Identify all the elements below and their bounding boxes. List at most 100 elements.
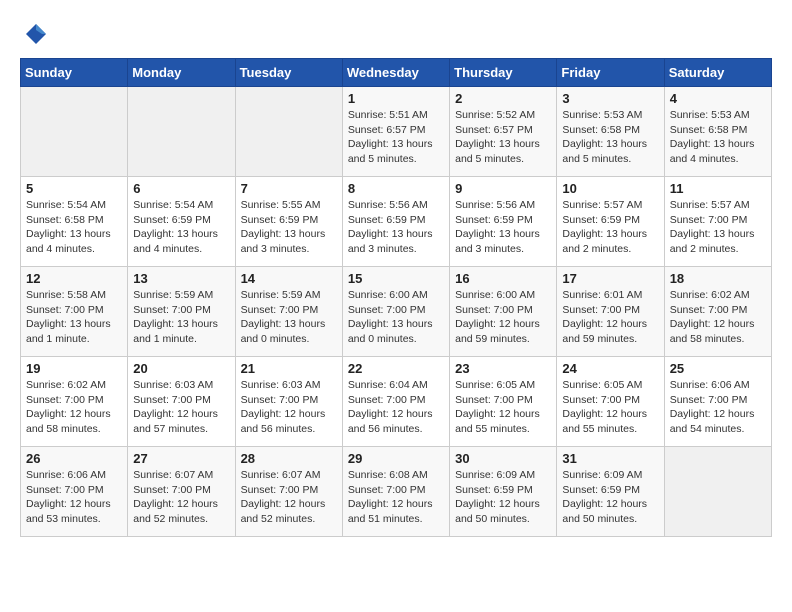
calendar-cell: 3 Sunrise: 5:53 AM Sunset: 6:58 PM Daylig… bbox=[557, 87, 664, 177]
calendar-week-row: 19Sunrise: 6:02 AM Sunset: 7:00 PM Dayli… bbox=[21, 357, 772, 447]
calendar-cell: 16 Sunrise: 6:00 AM Sunset: 7:00 PM Dayli… bbox=[450, 267, 557, 357]
calendar-cell: 23 Sunrise: 6:05 AM Sunset: 7:00 PM Dayli… bbox=[450, 357, 557, 447]
day-info: Sunrise: 6:08 AM Sunset: 7:00 PM Dayligh… bbox=[348, 468, 444, 527]
day-number: 27 bbox=[133, 451, 229, 466]
calendar-cell: 30 Sunrise: 6:09 AM Sunset: 6:59 PM Dayli… bbox=[450, 447, 557, 537]
calendar-cell: 11 Sunrise: 5:57 AM Sunset: 7:00 PM Dayli… bbox=[664, 177, 771, 267]
day-info: Sunrise: 6:09 AM Sunset: 6:59 PM Dayligh… bbox=[562, 468, 658, 527]
calendar-cell: 15 Sunrise: 6:00 AM Sunset: 7:00 PM Dayli… bbox=[342, 267, 449, 357]
header-day-sunday: Sunday bbox=[21, 59, 128, 87]
day-number: 29 bbox=[348, 451, 444, 466]
calendar-week-row: 5 Sunrise: 5:54 AM Sunset: 6:58 PM Daylig… bbox=[21, 177, 772, 267]
day-info: Sunrise: 5:53 AM Sunset: 6:58 PM Dayligh… bbox=[562, 108, 658, 167]
calendar-cell: 28Sunrise: 6:07 AM Sunset: 7:00 PM Dayli… bbox=[235, 447, 342, 537]
day-info: Sunrise: 5:59 AM Sunset: 7:00 PM Dayligh… bbox=[133, 288, 229, 347]
header bbox=[20, 20, 772, 48]
day-number: 15 bbox=[348, 271, 444, 286]
header-day-saturday: Saturday bbox=[664, 59, 771, 87]
day-info: Sunrise: 6:01 AM Sunset: 7:00 PM Dayligh… bbox=[562, 288, 658, 347]
day-info: Sunrise: 6:03 AM Sunset: 7:00 PM Dayligh… bbox=[241, 378, 337, 437]
day-info: Sunrise: 5:54 AM Sunset: 6:59 PM Dayligh… bbox=[133, 198, 229, 257]
day-number: 8 bbox=[348, 181, 444, 196]
day-number: 2 bbox=[455, 91, 551, 106]
calendar-cell: 17 Sunrise: 6:01 AM Sunset: 7:00 PM Dayli… bbox=[557, 267, 664, 357]
day-number: 30 bbox=[455, 451, 551, 466]
day-number: 28 bbox=[241, 451, 337, 466]
day-info: Sunrise: 5:56 AM Sunset: 6:59 PM Dayligh… bbox=[455, 198, 551, 257]
header-day-wednesday: Wednesday bbox=[342, 59, 449, 87]
day-info: Sunrise: 5:52 AM Sunset: 6:57 PM Dayligh… bbox=[455, 108, 551, 167]
day-info: Sunrise: 5:54 AM Sunset: 6:58 PM Dayligh… bbox=[26, 198, 122, 257]
day-info: Sunrise: 5:55 AM Sunset: 6:59 PM Dayligh… bbox=[241, 198, 337, 257]
day-number: 23 bbox=[455, 361, 551, 376]
day-info: Sunrise: 5:56 AM Sunset: 6:59 PM Dayligh… bbox=[348, 198, 444, 257]
day-info: Sunrise: 5:58 AM Sunset: 7:00 PM Dayligh… bbox=[26, 288, 122, 347]
calendar-cell: 19Sunrise: 6:02 AM Sunset: 7:00 PM Dayli… bbox=[21, 357, 128, 447]
day-info: Sunrise: 6:00 AM Sunset: 7:00 PM Dayligh… bbox=[348, 288, 444, 347]
calendar-week-row: 12Sunrise: 5:58 AM Sunset: 7:00 PM Dayli… bbox=[21, 267, 772, 357]
day-number: 22 bbox=[348, 361, 444, 376]
calendar-cell: 31Sunrise: 6:09 AM Sunset: 6:59 PM Dayli… bbox=[557, 447, 664, 537]
day-number: 10 bbox=[562, 181, 658, 196]
logo-icon bbox=[20, 20, 48, 48]
header-day-thursday: Thursday bbox=[450, 59, 557, 87]
day-number: 21 bbox=[241, 361, 337, 376]
day-info: Sunrise: 6:07 AM Sunset: 7:00 PM Dayligh… bbox=[133, 468, 229, 527]
header-day-tuesday: Tuesday bbox=[235, 59, 342, 87]
calendar-header-row: SundayMondayTuesdayWednesdayThursdayFrid… bbox=[21, 59, 772, 87]
calendar-cell: 18 Sunrise: 6:02 AM Sunset: 7:00 PM Dayli… bbox=[664, 267, 771, 357]
day-number: 13 bbox=[133, 271, 229, 286]
day-info: Sunrise: 6:05 AM Sunset: 7:00 PM Dayligh… bbox=[455, 378, 551, 437]
day-info: Sunrise: 5:53 AM Sunset: 6:58 PM Dayligh… bbox=[670, 108, 766, 167]
calendar-cell: 4 Sunrise: 5:53 AM Sunset: 6:58 PM Daylig… bbox=[664, 87, 771, 177]
header-day-monday: Monday bbox=[128, 59, 235, 87]
day-info: Sunrise: 5:57 AM Sunset: 6:59 PM Dayligh… bbox=[562, 198, 658, 257]
day-number: 16 bbox=[455, 271, 551, 286]
day-info: Sunrise: 6:09 AM Sunset: 6:59 PM Dayligh… bbox=[455, 468, 551, 527]
day-number: 20 bbox=[133, 361, 229, 376]
header-day-friday: Friday bbox=[557, 59, 664, 87]
day-number: 7 bbox=[241, 181, 337, 196]
day-info: Sunrise: 6:06 AM Sunset: 7:00 PM Dayligh… bbox=[26, 468, 122, 527]
calendar-cell: 29 Sunrise: 6:08 AM Sunset: 7:00 PM Dayli… bbox=[342, 447, 449, 537]
day-info: Sunrise: 5:59 AM Sunset: 7:00 PM Dayligh… bbox=[241, 288, 337, 347]
calendar-cell: 1 Sunrise: 5:51 AM Sunset: 6:57 PM Daylig… bbox=[342, 87, 449, 177]
calendar-cell: 12Sunrise: 5:58 AM Sunset: 7:00 PM Dayli… bbox=[21, 267, 128, 357]
day-number: 18 bbox=[670, 271, 766, 286]
calendar-week-row: 1 Sunrise: 5:51 AM Sunset: 6:57 PM Daylig… bbox=[21, 87, 772, 177]
calendar-cell: 9Sunrise: 5:56 AM Sunset: 6:59 PM Daylig… bbox=[450, 177, 557, 267]
calendar-cell: 10 Sunrise: 5:57 AM Sunset: 6:59 PM Dayli… bbox=[557, 177, 664, 267]
calendar-cell: 26 Sunrise: 6:06 AM Sunset: 7:00 PM Dayli… bbox=[21, 447, 128, 537]
day-number: 5 bbox=[26, 181, 122, 196]
day-number: 1 bbox=[348, 91, 444, 106]
day-number: 24 bbox=[562, 361, 658, 376]
day-info: Sunrise: 6:00 AM Sunset: 7:00 PM Dayligh… bbox=[455, 288, 551, 347]
day-info: Sunrise: 6:02 AM Sunset: 7:00 PM Dayligh… bbox=[26, 378, 122, 437]
day-info: Sunrise: 5:57 AM Sunset: 7:00 PM Dayligh… bbox=[670, 198, 766, 257]
day-number: 14 bbox=[241, 271, 337, 286]
day-number: 26 bbox=[26, 451, 122, 466]
calendar-cell: 25Sunrise: 6:06 AM Sunset: 7:00 PM Dayli… bbox=[664, 357, 771, 447]
calendar-cell: 2 Sunrise: 5:52 AM Sunset: 6:57 PM Daylig… bbox=[450, 87, 557, 177]
day-info: Sunrise: 6:02 AM Sunset: 7:00 PM Dayligh… bbox=[670, 288, 766, 347]
calendar-cell bbox=[128, 87, 235, 177]
logo bbox=[20, 20, 52, 48]
day-number: 3 bbox=[562, 91, 658, 106]
calendar-cell bbox=[664, 447, 771, 537]
calendar-cell: 21 Sunrise: 6:03 AM Sunset: 7:00 PM Dayli… bbox=[235, 357, 342, 447]
calendar-cell: 14 Sunrise: 5:59 AM Sunset: 7:00 PM Dayli… bbox=[235, 267, 342, 357]
day-info: Sunrise: 5:51 AM Sunset: 6:57 PM Dayligh… bbox=[348, 108, 444, 167]
calendar-cell: 24 Sunrise: 6:05 AM Sunset: 7:00 PM Dayli… bbox=[557, 357, 664, 447]
calendar-table: SundayMondayTuesdayWednesdayThursdayFrid… bbox=[20, 58, 772, 537]
day-number: 4 bbox=[670, 91, 766, 106]
day-number: 25 bbox=[670, 361, 766, 376]
day-number: 11 bbox=[670, 181, 766, 196]
calendar-cell: 6Sunrise: 5:54 AM Sunset: 6:59 PM Daylig… bbox=[128, 177, 235, 267]
day-number: 17 bbox=[562, 271, 658, 286]
day-info: Sunrise: 6:05 AM Sunset: 7:00 PM Dayligh… bbox=[562, 378, 658, 437]
calendar-cell: 22Sunrise: 6:04 AM Sunset: 7:00 PM Dayli… bbox=[342, 357, 449, 447]
calendar-week-row: 26 Sunrise: 6:06 AM Sunset: 7:00 PM Dayli… bbox=[21, 447, 772, 537]
calendar-cell: 20 Sunrise: 6:03 AM Sunset: 7:00 PM Dayli… bbox=[128, 357, 235, 447]
day-info: Sunrise: 6:03 AM Sunset: 7:00 PM Dayligh… bbox=[133, 378, 229, 437]
calendar-cell: 13 Sunrise: 5:59 AM Sunset: 7:00 PM Dayli… bbox=[128, 267, 235, 357]
